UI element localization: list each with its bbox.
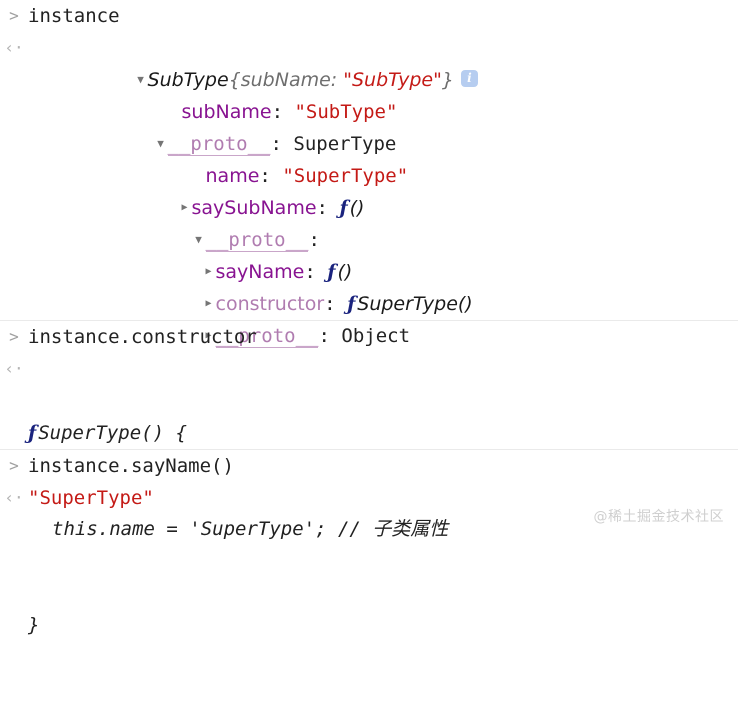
input-prompt-icon: > <box>9 327 19 346</box>
console-input-row[interactable]: > instance.sayName() <box>0 450 738 482</box>
function-signature-line: ƒ SuperType() { <box>28 417 738 449</box>
tree-row[interactable]: sayName: ƒ() <box>0 224 738 283</box>
tree-row[interactable]: __proto__: SuperType <box>0 96 738 156</box>
input-prompt-icon: > <box>9 456 19 475</box>
function-signature: SuperType() { <box>38 422 187 444</box>
console-output-value: "SuperType" <box>28 487 154 509</box>
console-input-row[interactable]: > instance.constructor <box>0 321 738 353</box>
console-group-sayname: > instance.sayName() ‹· "SuperType" <box>0 450 738 514</box>
function-body: this.name = 'SuperType'; // 子类属性 <box>52 518 449 540</box>
function-source-block: ƒ SuperType() { this.name = 'SuperType'; … <box>28 353 738 705</box>
tree-row[interactable]: subName: "SubType" <box>0 64 738 123</box>
tree-row[interactable]: constructor: ƒSuperType() <box>0 256 738 315</box>
tree-row[interactable]: __proto__: <box>0 192 738 252</box>
function-glyph-icon: ƒ <box>28 422 37 444</box>
console-output-row-string[interactable]: ‹· "SuperType" <box>0 482 738 514</box>
output-result-icon: ‹· <box>4 359 24 378</box>
console-output-row-object[interactable]: ‹· SubType{subName: "SubType"}i <box>0 32 738 91</box>
console-group-constructor: > instance.constructor ‹· ƒ SuperType() {… <box>0 321 738 636</box>
console-input-expression: instance <box>28 5 120 27</box>
console-input-row[interactable]: > instance <box>0 0 738 32</box>
tree-row[interactable]: saySubName: ƒ() <box>0 160 738 219</box>
function-closing-brace: } <box>28 614 40 636</box>
devtools-console-panel: > instance ‹· SubType{subName: "SubType"… <box>0 0 738 636</box>
output-result-icon: ‹· <box>4 488 24 507</box>
console-group-instance: > instance ‹· SubType{subName: "SubType"… <box>0 0 738 348</box>
tree-row[interactable]: name: "SuperType" <box>0 128 738 187</box>
console-input-expression: instance.sayName() <box>28 455 234 477</box>
console-output-row-function[interactable]: ‹· ƒ SuperType() { this.name = 'SuperType… <box>0 353 738 636</box>
function-body-line: this.name = 'SuperType'; // 子类属性 <box>28 513 738 545</box>
output-result-icon: ‹· <box>4 38 24 57</box>
tree-row[interactable]: __proto__: Object <box>0 288 738 348</box>
input-prompt-icon: > <box>9 6 19 25</box>
function-close-line: } <box>28 609 738 641</box>
console-input-expression: instance.constructor <box>28 326 257 348</box>
